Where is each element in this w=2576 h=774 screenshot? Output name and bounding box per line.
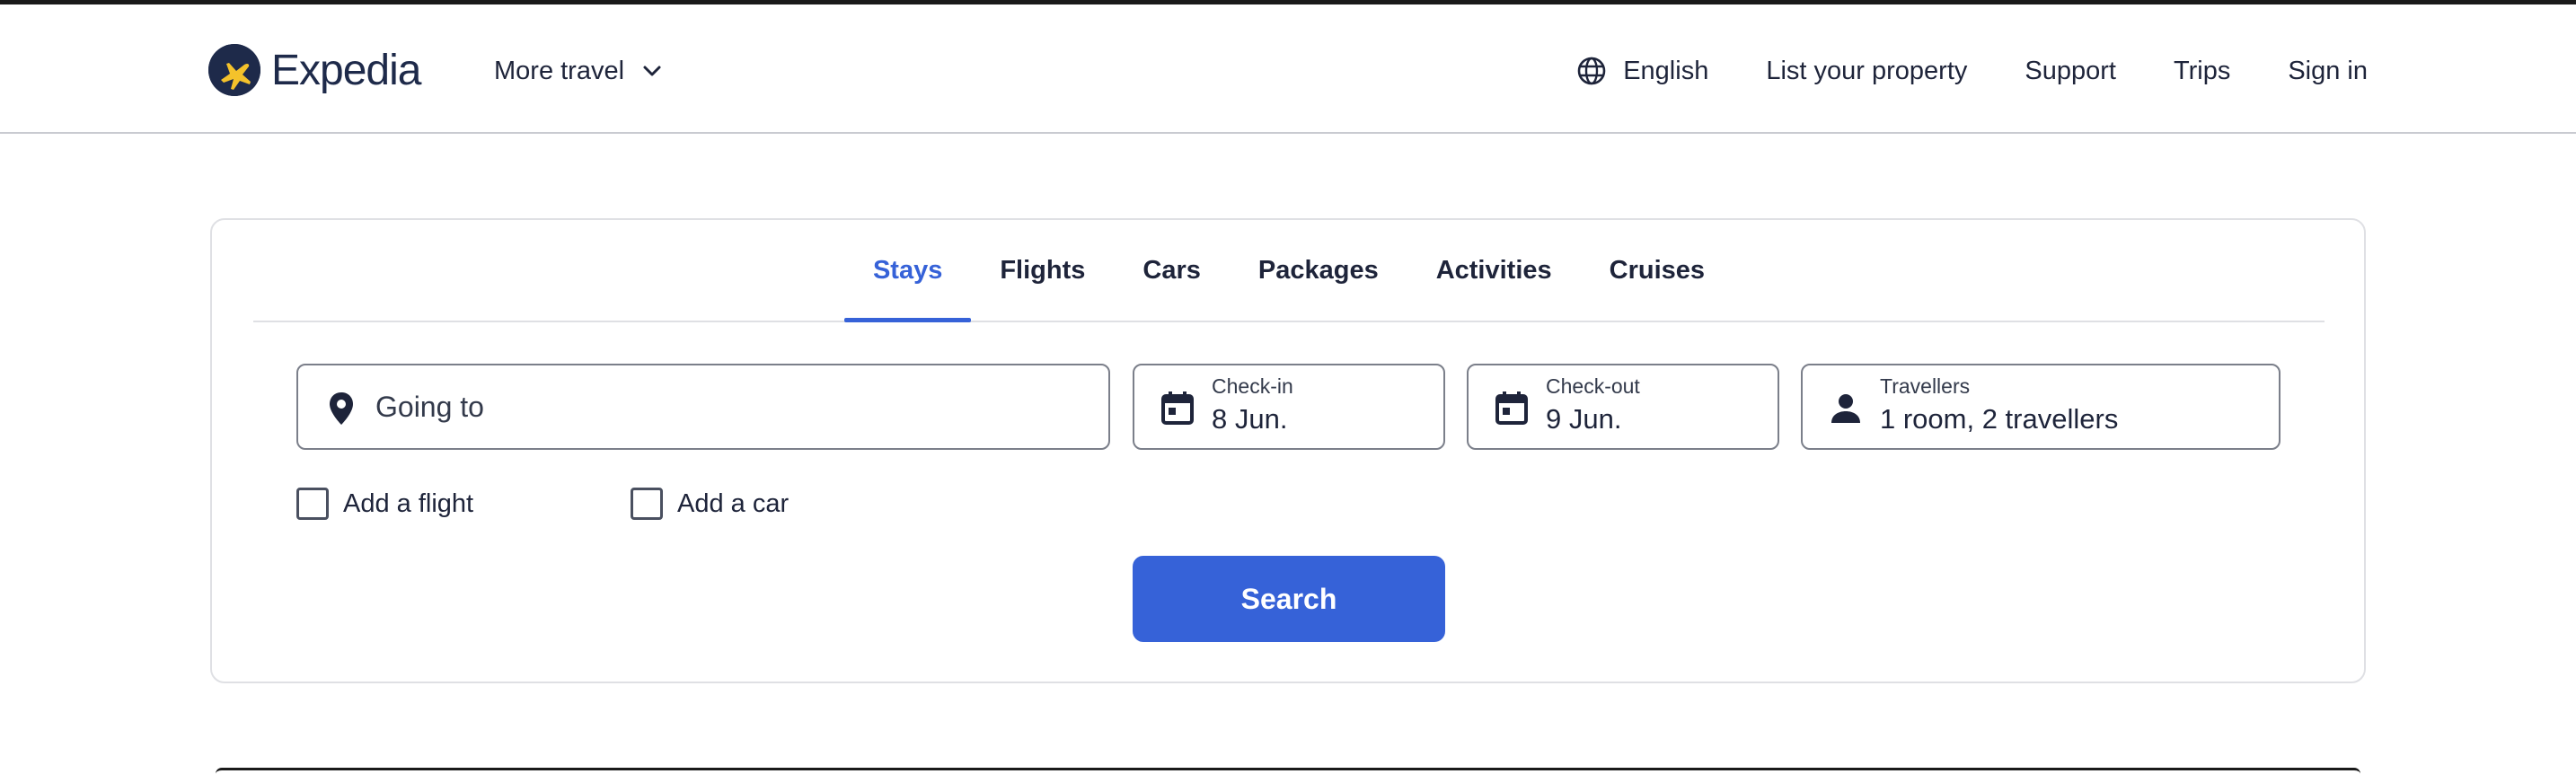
brand-name: Expedia	[271, 46, 421, 94]
check-out-value: 9 Jun.	[1546, 403, 1622, 435]
travellers-value: 1 room, 2 travellers	[1880, 403, 2119, 435]
site-header: Expedia More travel English List your pr…	[0, 4, 2576, 134]
tab-cars[interactable]: Cars	[1114, 220, 1230, 321]
calendar-icon	[1161, 391, 1194, 425]
language-label: English	[1623, 56, 1709, 85]
add-flight-checkbox[interactable]: Add a flight	[296, 486, 473, 522]
check-in-field[interactable]: Check-in 8 Jun.	[1133, 364, 1445, 450]
search-tabs: Stays Flights Cars Packages Activities C…	[253, 220, 2325, 322]
search-button[interactable]: Search	[1133, 556, 1445, 642]
check-out-label: Check-out	[1546, 374, 1640, 398]
check-in-value: 8 Jun.	[1212, 403, 1288, 435]
search-card: Stays Flights Cars Packages Activities C…	[210, 218, 2366, 683]
next-section-edge	[216, 768, 2360, 774]
language-selector[interactable]: English	[1576, 56, 1708, 86]
support-link[interactable]: Support	[2025, 57, 2116, 86]
check-out-field[interactable]: Check-out 9 Jun.	[1467, 364, 1779, 450]
calendar-icon	[1495, 391, 1528, 425]
checkbox-box[interactable]	[631, 488, 663, 520]
add-flight-label: Add a flight	[343, 488, 474, 518]
add-car-label: Add a car	[677, 488, 790, 518]
tab-flights[interactable]: Flights	[971, 220, 1114, 321]
sign-in-link[interactable]: Sign in	[2288, 57, 2368, 86]
globe-icon	[1577, 57, 1606, 85]
location-pin-icon	[330, 392, 353, 425]
chevron-down-icon	[643, 66, 661, 76]
travellers-label: Travellers	[1880, 374, 1971, 398]
tab-stays[interactable]: Stays	[843, 220, 972, 322]
more-travel-label: More travel	[494, 56, 625, 85]
travellers-field[interactable]: Travellers 1 room, 2 travellers	[1801, 364, 2280, 450]
going-to-input[interactable]: Going to	[296, 364, 1110, 450]
checkbox-box[interactable]	[296, 488, 329, 520]
expedia-logo[interactable]: Expedia	[208, 40, 421, 100]
tab-cruises[interactable]: Cruises	[1581, 220, 1734, 321]
more-travel-menu[interactable]: More travel	[494, 53, 662, 89]
list-your-property-link[interactable]: List your property	[1766, 57, 1967, 86]
trips-link[interactable]: Trips	[2174, 57, 2230, 86]
tab-activities[interactable]: Activities	[1407, 220, 1581, 321]
plane-logo-icon	[208, 44, 260, 96]
check-in-label: Check-in	[1212, 374, 1293, 398]
going-to-placeholder: Going to	[375, 390, 484, 423]
person-icon	[1831, 394, 1860, 423]
tab-packages[interactable]: Packages	[1230, 220, 1407, 321]
header-nav: English List your property Support Trips…	[1576, 49, 2368, 92]
add-car-checkbox[interactable]: Add a car	[631, 486, 789, 522]
